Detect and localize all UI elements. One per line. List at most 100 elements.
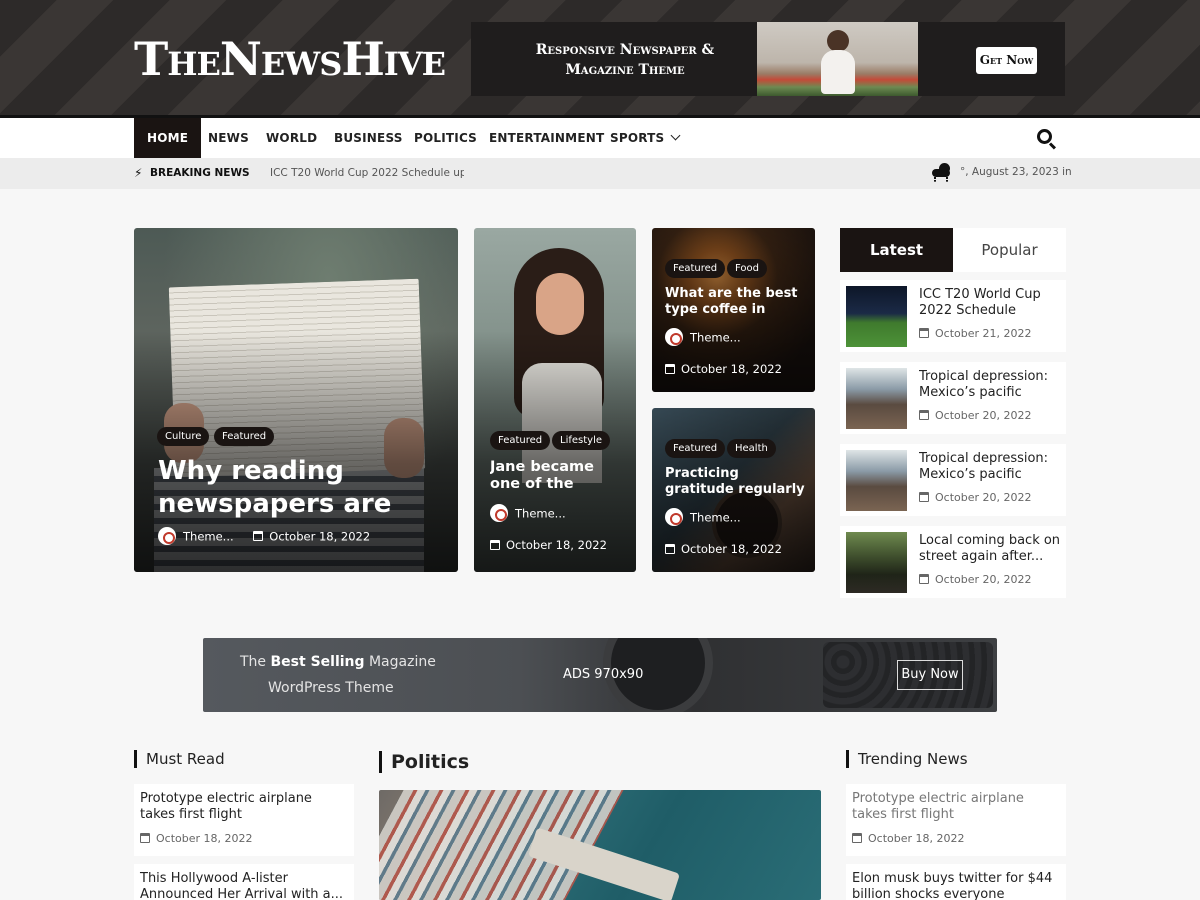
bolt-icon: ⚡ [134,166,143,180]
post-date: October 18, 2022 [852,832,965,845]
ad-banner[interactable]: The Best Selling Magazine WordPress Them… [203,638,997,712]
hero-main-card[interactable]: Culture Featured Why reading newspapers … [134,228,458,572]
hero-fourth-card[interactable]: Featured Health Practicing gratitude reg… [652,408,815,572]
nav-world[interactable]: WORLD [266,118,317,158]
latest-date-text: October 20, 2022 [935,573,1032,586]
post-title[interactable]: Elon musk buys twitter for $44 billion s… [852,871,1062,900]
latest-title[interactable]: Tropical depression: Mexico’s pacific co… [919,451,1061,483]
breaking-news-label: BREAKING NEWS [150,167,250,179]
tab-latest[interactable]: Latest [840,228,953,272]
must-read-post[interactable]: This Hollywood A-lister Announced Her Ar… [134,864,354,900]
tag-food[interactable]: Food [727,259,767,278]
tag-lifestyle[interactable]: Lifestyle [552,431,611,450]
trending-post[interactable]: Elon musk buys twitter for $44 billion s… [846,864,1066,900]
tag-featured[interactable]: Featured [665,439,726,458]
latest-title[interactable]: ICC T20 World Cup 2022 Schedule updat... [919,287,1061,319]
author-name[interactable]: Theme... [690,331,741,345]
tag-health[interactable]: Health [727,439,776,458]
politics-heading: Politics [379,751,469,773]
nav-home[interactable]: HOME [134,118,202,158]
tag-featured[interactable]: Featured [665,259,726,278]
hero-second-title[interactable]: Jane became one of the most... [490,459,624,493]
hero-third-card[interactable]: Featured Food What are the best type cof… [652,228,815,392]
latest-date-text: October 21, 2022 [935,327,1032,340]
calendar-icon [919,574,929,584]
hero-third-author-line: Theme... [665,328,741,347]
nav-politics[interactable]: POLITICS [414,118,477,158]
cloud-moon-rain-icon [932,162,952,182]
trending-post[interactable]: Prototype electric airplane takes first … [846,784,1066,856]
calendar-icon [919,492,929,502]
get-now-button[interactable]: Get Now [976,47,1037,74]
latest-item[interactable]: Tropical depression: Mexico’s pacific co… [840,444,1066,516]
nav-sports[interactable]: SPORTS [610,118,681,158]
ad-banner-line1-pre: The [240,654,271,670]
must-read-heading: Must Read [134,750,225,768]
latest-thumbnail[interactable] [846,286,907,347]
header-ad-line1: Responsive Newspaper & [535,42,715,58]
author-avatar [665,328,683,346]
post-date: October 18, 2022 [506,538,607,552]
latest-date: October 20, 2022 [919,573,1032,586]
post-date-text: October 18, 2022 [156,832,253,845]
tag-featured[interactable]: Featured [214,427,275,446]
ad-size-label: ADS 970x90 [563,667,644,682]
nav-entertainment[interactable]: ENTERTAINMENT [489,118,604,158]
post-title[interactable]: Prototype electric airplane takes first … [140,791,350,823]
ad-model-head [827,30,849,52]
header-ad[interactable]: Responsive Newspaper & Magazine Theme Ge… [471,22,1065,96]
buy-now-button[interactable]: Buy Now [897,660,963,690]
tab-popular[interactable]: Popular [953,228,1066,272]
hero-second-author-line: Theme... [490,504,566,523]
calendar-icon [919,410,929,420]
hero-fourth-author-line: Theme... [665,508,741,527]
breaking-ticker[interactable]: ICC T20 World Cup 2022 Schedule update [270,158,464,189]
nav-business[interactable]: BUSINESS [334,118,403,158]
post-title[interactable]: Prototype electric airplane takes first … [852,791,1062,823]
hero-third-title[interactable]: What are the best type coffee in the... [665,286,805,318]
must-read-post[interactable]: Prototype electric airplane takes first … [134,784,354,856]
search-icon[interactable] [1037,129,1057,150]
ad-banner-line1-post: Magazine [364,654,436,670]
latest-thumbnail[interactable] [846,450,907,511]
search-icon-handle [1048,142,1057,150]
hero-fourth-title[interactable]: Practicing gratitude regularly can make.… [665,466,805,498]
latest-title[interactable]: Local coming back on street again after.… [919,533,1061,565]
latest-date: October 20, 2022 [919,491,1032,504]
latest-thumbnail[interactable] [846,532,907,593]
chevron-down-icon [670,130,681,141]
latest-date-text: October 20, 2022 [935,491,1032,504]
author-avatar [665,508,683,526]
author-name[interactable]: Theme... [690,511,741,525]
card-shade [474,331,636,572]
site-logo[interactable]: TheNewsHive [134,34,446,84]
nav-sports-label: SPORTS [610,131,665,145]
latest-date: October 20, 2022 [919,409,1032,422]
tag-featured[interactable]: Featured [490,431,551,450]
latest-item[interactable]: Tropical depression: Mexico’s pacific co… [840,362,1066,434]
hero-third-date-line: October 18, 2022 [665,361,782,377]
calendar-icon [665,543,675,554]
face-image-detail [536,273,584,335]
ad-banner-line1-bold: Best Selling [270,654,365,670]
weather-cloud [932,169,950,177]
post-date: October 18, 2022 [681,362,782,376]
latest-title[interactable]: Tropical depression: Mexico’s pacific co… [919,369,1061,401]
hero-main-meta: Theme... October 18, 2022 [158,527,371,546]
post-date: October 18, 2022 [269,529,371,544]
latest-item[interactable]: Local coming back on street again after.… [840,526,1066,598]
politics-feature-image[interactable] [379,790,821,900]
trending-heading: Trending News [846,750,968,768]
latest-item[interactable]: ICC T20 World Cup 2022 Schedule updat...… [840,280,1066,352]
calendar-icon [919,328,929,338]
author-name[interactable]: Theme... [515,507,566,521]
tag-culture[interactable]: Culture [157,427,210,446]
latest-thumbnail[interactable] [846,368,907,429]
post-title[interactable]: This Hollywood A-lister Announced Her Ar… [140,871,350,900]
nav-news[interactable]: NEWS [208,118,249,158]
header-ad-text: Responsive Newspaper & Magazine Theme [495,40,755,80]
ad-model-dress [821,50,855,94]
hero-second-card[interactable]: Featured Lifestyle Jane became one of th… [474,228,636,572]
hero-main-title[interactable]: Why reading newspapers are mo... [158,455,448,521]
author-name[interactable]: Theme... [183,530,234,544]
